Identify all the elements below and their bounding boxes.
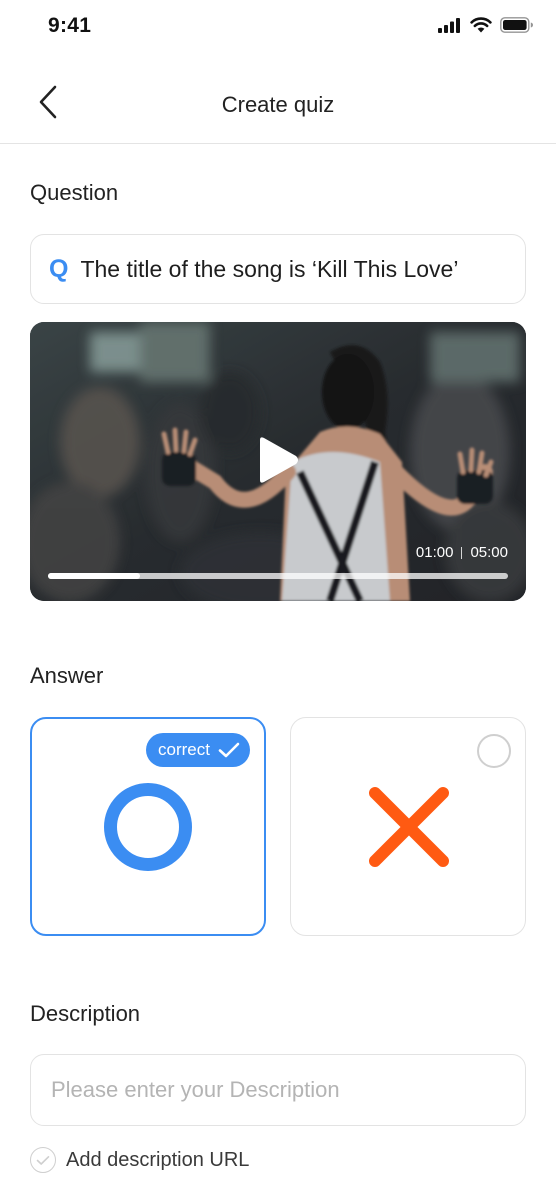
check-icon [218, 742, 240, 758]
nav-bar: Create quiz [0, 66, 556, 144]
video-progress-fill [48, 573, 140, 579]
total-time: 05:00 [470, 544, 508, 561]
current-time: 01:00 [415, 544, 454, 561]
correct-badge-label: correct [158, 740, 210, 759]
cellular-signal-icon [438, 18, 460, 33]
answer-option-o[interactable]: correct [30, 717, 266, 936]
x-mark-icon [369, 787, 449, 867]
video-progress-bar[interactable] [48, 573, 508, 579]
o-mark-icon [104, 783, 192, 871]
answer-label: Answer [30, 663, 104, 688]
status-bar: 9:41 [0, 0, 556, 56]
video-time: 01:00 05:00 [416, 544, 508, 561]
question-label: Question [30, 180, 119, 205]
time-divider [461, 546, 463, 559]
question-text: The title of the song is ‘Kill This Love… [80, 255, 459, 282]
answer-x-radio[interactable] [477, 734, 511, 768]
description-label: Description [30, 1001, 141, 1026]
answer-option-x[interactable] [290, 717, 526, 936]
status-icons [438, 17, 534, 33]
play-icon[interactable] [252, 434, 304, 486]
add-description-url-toggle[interactable]: Add description URL [30, 1147, 249, 1173]
correct-badge: correct [146, 733, 250, 767]
question-input[interactable]: Q The title of the song is ‘Kill This Lo… [30, 234, 526, 304]
question-q-icon: Q [49, 254, 69, 283]
add-url-label: Add description URL [66, 1148, 250, 1171]
video-player[interactable]: 01:00 05:00 [30, 322, 526, 601]
battery-icon [500, 17, 533, 33]
description-input[interactable] [30, 1054, 526, 1126]
page-title: Create quiz [221, 92, 335, 117]
wifi-icon [470, 17, 492, 33]
status-time: 9:41 [48, 14, 92, 37]
add-url-check-icon[interactable] [30, 1147, 56, 1173]
